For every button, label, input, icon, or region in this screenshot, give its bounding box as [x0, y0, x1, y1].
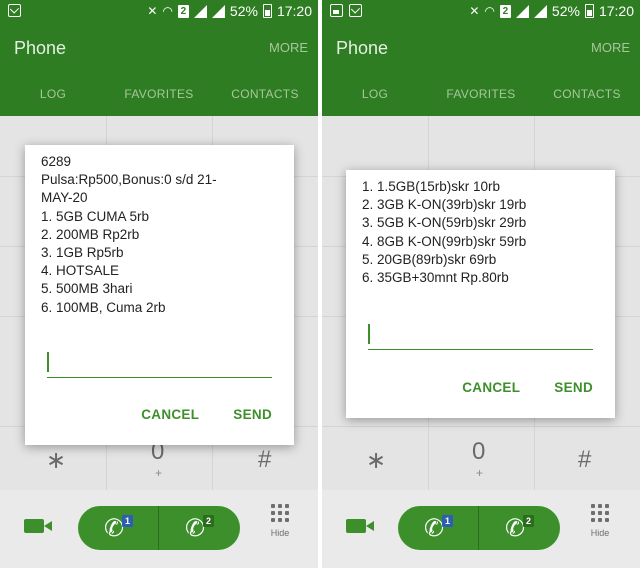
message-line: 4. HOTSALE	[41, 263, 120, 279]
message-line: 4. 8GB K-ON(99rb)skr 59rb	[362, 233, 527, 249]
call-buttons: ✆ 1 ✆ 2	[78, 506, 240, 550]
signal-icon	[211, 4, 225, 18]
text-cursor	[368, 324, 370, 344]
wifi-icon: ◠	[162, 4, 173, 18]
clock: 17:20	[276, 3, 312, 19]
phone-screen-right: ✕ ◠ 2 52% 17:20 Phone MORE LOG FAVORITES…	[322, 0, 640, 568]
screenshot-pair: ✕ ◠ 2 52% 17:20 Phone MORE LOG FAVORITES…	[0, 0, 640, 568]
cancel-button[interactable]: CANCEL	[141, 407, 199, 422]
tab-bar: LOG FAVORITES CONTACTS	[0, 82, 318, 116]
ussd-dialog: 6289 Pulsa:Rp500,Bonus:0 s/d 21- MAY-20 …	[25, 145, 294, 445]
screenshot-notification-icon	[330, 4, 343, 17]
battery-icon	[262, 4, 272, 18]
key-zero-plus: +	[476, 466, 484, 480]
keypad-icon	[585, 504, 615, 522]
sim-indicator: 2	[499, 4, 511, 18]
key-hash[interactable]: #	[258, 446, 271, 474]
sim1-badge: 1	[122, 515, 133, 527]
ussd-dialog: 1. 1.5GB(15rb)skr 10rb 2. 3GB K-ON(39rb)…	[346, 170, 615, 418]
hide-label: Hide	[590, 528, 610, 538]
call-sim1-button[interactable]: ✆ 1	[398, 506, 478, 550]
hide-keypad-button[interactable]: Hide	[265, 504, 295, 554]
wifi-icon: ◠	[484, 4, 495, 18]
hide-label: Hide	[270, 528, 290, 538]
keypad-icon	[265, 504, 295, 522]
tab-favorites[interactable]: FAVORITES	[428, 82, 534, 116]
status-bar: ✕ ◠ 2 52% 17:20	[0, 0, 318, 24]
reply-input[interactable]	[47, 348, 272, 378]
message-line: 6. 35GB+30mnt Rp.80rb	[362, 270, 509, 286]
message-line: 5. 500MB 3hari	[41, 281, 133, 297]
message-line: 1. 1.5GB(15rb)skr 10rb	[362, 179, 501, 194]
battery-icon	[584, 4, 594, 18]
video-call-icon[interactable]	[346, 519, 374, 533]
message-line: MAY-20	[41, 190, 88, 206]
clock: 17:20	[598, 3, 634, 19]
app-title: Phone	[14, 38, 67, 58]
call-action-bar: ✆ 1 ✆ 2 Hide	[322, 490, 640, 568]
signal-icon	[533, 4, 547, 18]
call-sim2-button[interactable]: ✆ 2	[479, 506, 559, 550]
cancel-button[interactable]: CANCEL	[462, 380, 520, 395]
tab-bar: LOG FAVORITES CONTACTS	[322, 82, 640, 116]
message-line: 3. 1GB Rp5rb	[41, 245, 124, 261]
message-line: 2. 3GB K-ON(39rb)skr 19rb	[362, 197, 527, 213]
app-bar: Phone MORE LOG FAVORITES CONTACTS	[0, 24, 318, 116]
tab-log[interactable]: LOG	[0, 82, 106, 116]
call-sim1-button[interactable]: ✆ 1	[78, 506, 158, 550]
phone-screen-left: ✕ ◠ 2 52% 17:20 Phone MORE LOG FAVORITES…	[0, 0, 318, 568]
message-line: 6. 100MB, Cuma 2rb	[41, 299, 166, 315]
app-bar: Phone MORE LOG FAVORITES CONTACTS	[322, 24, 640, 116]
tab-favorites[interactable]: FAVORITES	[106, 82, 212, 116]
text-cursor	[47, 352, 49, 372]
dialog-actions: CANCEL SEND	[462, 380, 593, 395]
tab-contacts[interactable]: CONTACTS	[534, 82, 640, 116]
sim1-badge: 1	[442, 515, 453, 527]
dialpad-divider	[322, 426, 640, 427]
reply-input[interactable]	[368, 320, 593, 350]
key-star[interactable]: ∗	[46, 446, 66, 475]
key-zero[interactable]: 0	[472, 438, 485, 466]
message-line: Pulsa:Rp500,Bonus:0 s/d 21-	[41, 172, 217, 188]
video-call-icon[interactable]	[24, 519, 52, 533]
send-button[interactable]: SEND	[554, 380, 593, 395]
more-button[interactable]: MORE	[591, 40, 630, 55]
message-line: 6289	[41, 153, 282, 171]
battery-percent: 52%	[551, 3, 580, 19]
message-notification-icon	[8, 4, 21, 17]
ussd-message: 1. 1.5GB(15rb)skr 10rb 2. 3GB K-ON(39rb)…	[362, 178, 603, 287]
tab-contacts[interactable]: CONTACTS	[212, 82, 318, 116]
signal-icon	[515, 4, 529, 18]
message-line: 5. 20GB(89rb)skr 69rb	[362, 251, 497, 267]
tab-log[interactable]: LOG	[322, 82, 428, 116]
mute-icon: ✕	[469, 4, 480, 18]
message-line: 1. 5GB CUMA 5rb	[41, 208, 150, 224]
reply-field-container	[47, 348, 272, 378]
app-title: Phone	[336, 38, 389, 58]
sim2-badge: 2	[523, 515, 534, 527]
hide-keypad-button[interactable]: Hide	[585, 504, 615, 554]
dialog-actions: CANCEL SEND	[141, 407, 272, 422]
call-buttons: ✆ 1 ✆ 2	[398, 506, 560, 550]
ussd-message: 6289 Pulsa:Rp500,Bonus:0 s/d 21- MAY-20 …	[41, 153, 282, 317]
reply-field-container	[368, 320, 593, 350]
message-line: 2. 200MB Rp2rb	[41, 226, 140, 242]
more-button[interactable]: MORE	[269, 40, 308, 55]
call-sim2-button[interactable]: ✆ 2	[159, 506, 239, 550]
send-button[interactable]: SEND	[233, 407, 272, 422]
message-notification-icon	[349, 4, 362, 17]
message-line: 3. 5GB K-ON(59rb)skr 29rb	[362, 215, 527, 231]
call-action-bar: ✆ 1 ✆ 2 Hide	[0, 490, 318, 568]
key-hash[interactable]: #	[578, 446, 591, 474]
battery-percent: 52%	[229, 3, 258, 19]
redacted-area	[71, 155, 164, 170]
key-zero-plus: +	[155, 466, 163, 480]
sim2-badge: 2	[203, 515, 214, 527]
key-star[interactable]: ∗	[366, 446, 386, 475]
sim-indicator: 2	[177, 4, 189, 18]
signal-icon	[193, 4, 207, 18]
status-bar: ✕ ◠ 2 52% 17:20	[322, 0, 640, 24]
mute-icon: ✕	[147, 4, 158, 18]
